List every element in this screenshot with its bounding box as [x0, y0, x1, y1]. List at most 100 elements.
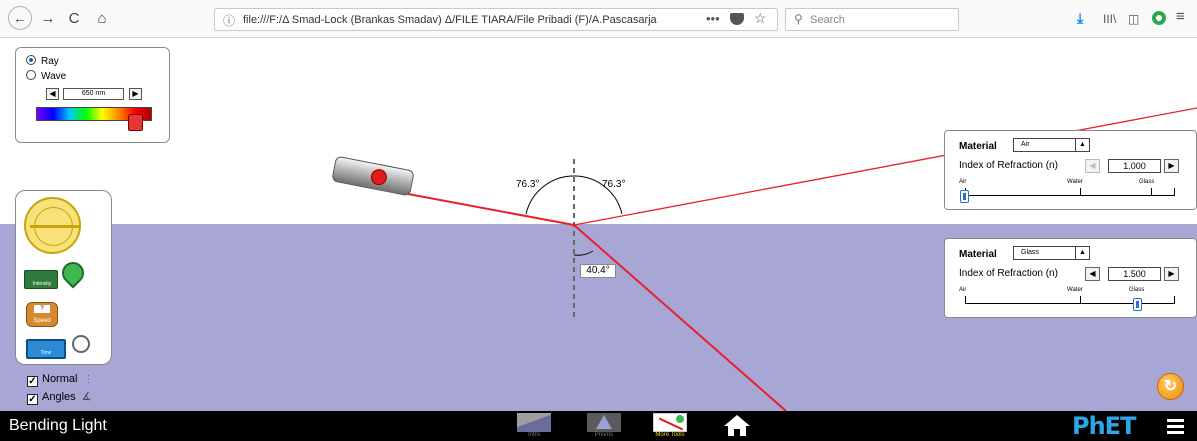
tick-label-glass: Glass [1129, 287, 1145, 293]
search-input[interactable] [810, 11, 950, 28]
angle-icon: ∡ [81, 391, 92, 403]
ray-radio-row[interactable]: Ray [26, 55, 59, 67]
bottom-material-dropdown[interactable]: Glass ▲ [1013, 246, 1090, 260]
intro-screen-icon[interactable] [517, 413, 551, 432]
speed-label: Speed [33, 318, 51, 324]
ior-label: Index of Refraction (n) [959, 268, 1058, 279]
reload-button[interactable]: C [64, 9, 84, 29]
browser-home-button[interactable]: ⌂ [92, 9, 112, 29]
time-label: Time [40, 350, 52, 356]
menu-bar [1167, 425, 1184, 428]
top-ior-slider-track[interactable] [965, 195, 1174, 196]
top-ior-increase-button[interactable]: ▶ [1164, 159, 1179, 173]
tab-more-tools[interactable]: More Tools [650, 412, 690, 440]
slider-tick [1080, 188, 1081, 196]
page-actions-icon[interactable]: ••• [706, 11, 720, 26]
slider-tick [1151, 188, 1152, 196]
normal-line-icon: ⋮ [83, 374, 94, 385]
wave-radio[interactable] [26, 70, 36, 80]
angles-checkbox[interactable]: ✓ [27, 394, 38, 405]
slider-tick [965, 296, 966, 304]
wavelength-value: 650 nm [63, 88, 124, 100]
tick-label-air: Air [959, 179, 967, 185]
normal-label: Normal [42, 373, 78, 385]
ior-label: Index of Refraction (n) [959, 160, 1058, 171]
normal-checkbox[interactable]: ✓ [27, 376, 38, 387]
search-box[interactable]: ⚲ [785, 8, 959, 31]
forward-button[interactable]: → [38, 9, 58, 29]
tick-label-water: Water [1067, 179, 1083, 185]
download-icon[interactable]: ⤓ [1077, 10, 1083, 27]
angles-checkbox-row[interactable]: ✓ Angles ∡ [27, 390, 92, 405]
reset-all-button[interactable]: ↻ [1157, 373, 1184, 400]
intensity-meter-icon[interactable]: Intensity [24, 270, 58, 289]
tab-intro-label: Intro [527, 432, 540, 438]
ray-label: Ray [41, 56, 59, 67]
refracted-angle-label: 40.4° [580, 264, 616, 278]
top-material-value: Air [1021, 141, 1030, 148]
hamburger-menu-icon[interactable]: ≡ [1176, 8, 1185, 25]
menu-bar [1167, 431, 1184, 434]
angles-label: Angles [42, 391, 76, 403]
reflected-angle-label: 76.3° [602, 179, 626, 190]
wave-radio-row[interactable]: Wave [26, 70, 66, 82]
library-icon[interactable]: III\ [1103, 12, 1116, 26]
material-label: Material [959, 249, 997, 260]
more-tools-screen-icon[interactable] [653, 413, 687, 432]
speed-tool-icon[interactable]: ? Speed [26, 302, 58, 327]
menu-bar [1167, 419, 1184, 422]
phet-menu-icon[interactable] [1167, 419, 1184, 434]
pocket-icon[interactable] [730, 13, 744, 25]
bottom-medium-panel: Material Glass ▲ Index of Refraction (n)… [944, 238, 1197, 318]
ray-diagram [407, 107, 1197, 411]
sim-title: Bending Light [9, 417, 107, 434]
time-probe-icon[interactable] [72, 335, 90, 353]
wavelength-decrease-button[interactable]: ◀ [46, 88, 59, 100]
bottom-ior-value: 1.500 [1108, 267, 1161, 281]
dropdown-arrow-icon[interactable]: ▲ [1075, 247, 1089, 259]
wavelength-slider-thumb[interactable] [128, 114, 143, 131]
tick-label-water: Water [1067, 287, 1083, 293]
search-icon: ⚲ [794, 12, 803, 26]
bottom-material-value: Glass [1021, 249, 1039, 256]
top-ior-slider-thumb[interactable] [960, 190, 969, 203]
tab-prisms[interactable]: Prisms [584, 412, 624, 440]
url-text[interactable]: file:///F:/Δ Smad-Lock (Brankas Smadav) … [243, 14, 683, 26]
extension-icon[interactable] [1152, 11, 1166, 25]
bookmark-star-icon[interactable]: ☆ [754, 10, 767, 27]
wavelength-increase-button[interactable]: ▶ [129, 88, 142, 100]
dropdown-arrow-icon[interactable]: ▲ [1075, 139, 1089, 151]
top-ior-decrease-button[interactable]: ◀ [1085, 159, 1100, 173]
back-button[interactable]: ← [8, 6, 32, 30]
top-medium-panel: Material Air ▲ Index of Refraction (n) ◀… [944, 130, 1197, 210]
refracted-angle-arc [573, 250, 594, 256]
sidebar-icon[interactable]: ◫ [1128, 12, 1139, 26]
bottom-ior-decrease-button[interactable]: ◀ [1085, 267, 1100, 281]
tab-intro[interactable]: Intro [514, 412, 554, 440]
light-mode-panel: Ray Wave ◀ 650 nm ▶ [15, 47, 170, 143]
slider-tick [1080, 296, 1081, 304]
home-icon[interactable] [723, 415, 751, 437]
tick-label-glass: Glass [1139, 179, 1155, 185]
time-plot-icon[interactable]: Time [26, 339, 66, 359]
phet-logo[interactable]: PhET [1072, 412, 1136, 440]
top-material-dropdown[interactable]: Air ▲ [1013, 138, 1090, 152]
refracted-ray [573, 224, 787, 411]
prism-screen-icon[interactable] [587, 413, 621, 432]
app-window: ← → C ⌂ ⓘ file:///F:/Δ Smad-Lock (Branka… [0, 0, 1197, 441]
bottom-ior-slider-thumb[interactable] [1133, 298, 1143, 311]
material-label: Material [959, 141, 997, 152]
ray-radio[interactable] [26, 55, 36, 65]
bottom-ior-increase-button[interactable]: ▶ [1164, 267, 1179, 281]
intensity-label: Intensity [32, 281, 52, 287]
info-icon[interactable]: ⓘ [223, 12, 235, 29]
browser-toolbar: ← → C ⌂ ⓘ file:///F:/Δ Smad-Lock (Branka… [0, 0, 1197, 38]
bottom-ior-slider-track[interactable] [965, 303, 1174, 304]
navigation-bar: Bending Light Intro Prisms More Tools Ph… [0, 411, 1197, 441]
speed-value: ? [34, 305, 50, 313]
toolbox-panel: Intensity ? Speed Time [15, 190, 112, 365]
intensity-probe-icon[interactable] [57, 257, 89, 289]
normal-checkbox-row[interactable]: ✓ Normal ⋮ [27, 373, 93, 387]
protractor-icon[interactable] [24, 197, 81, 254]
url-bar[interactable]: ⓘ file:///F:/Δ Smad-Lock (Brankas Smadav… [214, 8, 778, 31]
